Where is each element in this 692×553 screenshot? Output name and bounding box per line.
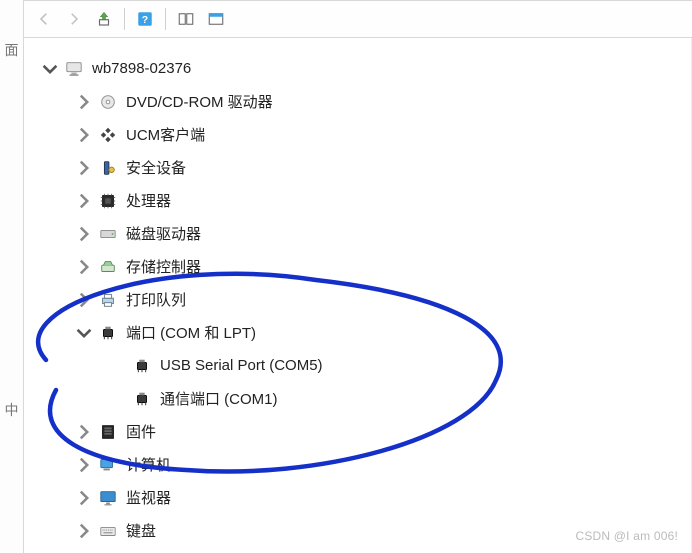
tree-item-label: 存储控制器: [126, 256, 201, 277]
strip-char: 中: [5, 400, 19, 420]
tree-item[interactable]: UCM客户端: [24, 118, 691, 151]
strip-char: 面: [5, 40, 19, 60]
disk-icon: [98, 225, 118, 243]
view-panes-icon: [177, 10, 195, 28]
chevron-right-icon[interactable]: [76, 226, 92, 242]
tree-item[interactable]: !其他设备: [24, 547, 691, 553]
device-tree: wb7898-02376 DVD/CD-ROM 驱动器 UCM客户端安全设备处理器…: [24, 38, 692, 553]
tree-item[interactable]: 打印队列: [24, 283, 691, 316]
monitor-icon: [98, 489, 118, 507]
chevron-right-icon[interactable]: [76, 424, 92, 440]
tree-root[interactable]: wb7898-02376: [24, 52, 691, 85]
tree-item-label: 磁盘驱动器: [126, 223, 201, 244]
tree-item[interactable]: 存储控制器: [24, 250, 691, 283]
help-icon: ?: [136, 10, 154, 28]
pc-icon: [98, 456, 118, 474]
chevron-right-icon[interactable]: [76, 160, 92, 176]
storage-icon: [98, 258, 118, 276]
details-pane-icon: [207, 10, 225, 28]
chevron-right-icon[interactable]: [76, 457, 92, 473]
chevron-right-icon[interactable]: [76, 259, 92, 275]
port-icon: [98, 324, 118, 342]
back-button[interactable]: [30, 5, 58, 33]
tree-item[interactable]: 监视器: [24, 481, 691, 514]
tree-item[interactable]: DVD/CD-ROM 驱动器: [24, 85, 691, 118]
left-clipped-strip: 面 中: [0, 0, 24, 553]
printer-icon: [98, 291, 118, 309]
tree-item-label: 计算机: [126, 454, 171, 475]
forward-button[interactable]: [60, 5, 88, 33]
up-button[interactable]: [90, 5, 118, 33]
forward-icon: [65, 10, 83, 28]
tree-item[interactable]: 磁盘驱动器: [24, 217, 691, 250]
chevron-right-icon[interactable]: [76, 523, 92, 539]
back-icon: [35, 10, 53, 28]
cpu-icon: [98, 192, 118, 210]
view-panes-button[interactable]: [172, 5, 200, 33]
watermark: CSDN @I am 006!: [575, 529, 678, 543]
toolbar-separator: [124, 8, 125, 30]
ucm-icon: [98, 126, 118, 144]
tree-item-label: 监视器: [126, 487, 171, 508]
tree-item-label: 固件: [126, 421, 156, 442]
chevron-right-icon[interactable]: [76, 127, 92, 143]
tree-item[interactable]: 安全设备: [24, 151, 691, 184]
toolbar: ?: [24, 0, 692, 38]
port-icon: [132, 390, 152, 408]
tree-item[interactable]: 计算机: [24, 448, 691, 481]
tree-item[interactable]: 通信端口 (COM1): [24, 382, 691, 415]
computer-icon: [64, 60, 84, 78]
disc-icon: [98, 93, 118, 111]
tree-item[interactable]: 端口 (COM 和 LPT): [24, 316, 691, 349]
up-icon: [95, 10, 113, 28]
toolbar-separator: [165, 8, 166, 30]
tree-item[interactable]: USB Serial Port (COM5): [24, 349, 691, 382]
tree-root-label: wb7898-02376: [92, 60, 191, 77]
tree-item-label: 处理器: [126, 190, 171, 211]
help-button[interactable]: ?: [131, 5, 159, 33]
tree-item-label: 安全设备: [126, 157, 186, 178]
tree-item-label: 打印队列: [126, 289, 186, 310]
port-icon: [132, 357, 152, 375]
keyboard-icon: [98, 522, 118, 540]
chevron-down-icon[interactable]: [76, 325, 92, 341]
tree-item-label: 端口 (COM 和 LPT): [126, 322, 256, 343]
chevron-right-icon[interactable]: [76, 292, 92, 308]
security-icon: [98, 159, 118, 177]
tree-item-label: 键盘: [126, 520, 156, 541]
tree-item[interactable]: 处理器: [24, 184, 691, 217]
details-pane-button[interactable]: [202, 5, 230, 33]
chevron-right-icon[interactable]: [76, 490, 92, 506]
chevron-down-icon[interactable]: [42, 61, 58, 77]
tree-item-label: DVD/CD-ROM 驱动器: [126, 91, 273, 112]
tree-item-label: UCM客户端: [126, 124, 205, 145]
firmware-icon: [98, 423, 118, 441]
tree-item[interactable]: 固件: [24, 415, 691, 448]
tree-item-label: USB Serial Port (COM5): [160, 357, 323, 374]
svg-text:?: ?: [142, 14, 148, 26]
chevron-right-icon[interactable]: [76, 193, 92, 209]
tree-item-label: 通信端口 (COM1): [160, 388, 278, 409]
chevron-right-icon[interactable]: [76, 94, 92, 110]
